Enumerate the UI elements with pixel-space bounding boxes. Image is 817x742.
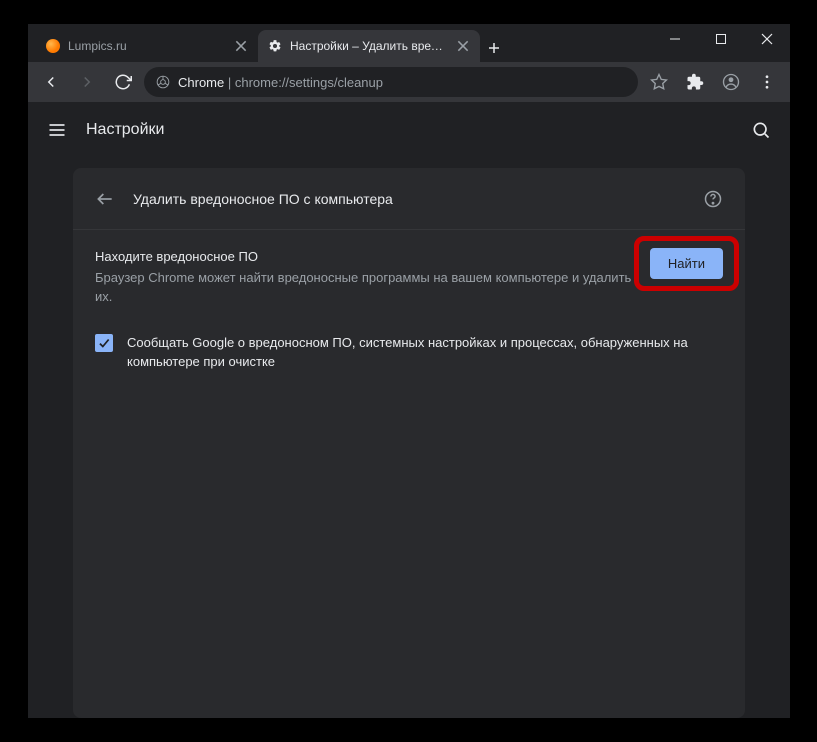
close-window-button[interactable] <box>744 24 790 54</box>
forward-button[interactable] <box>72 67 102 97</box>
find-button[interactable]: Найти <box>650 248 723 279</box>
new-tab-button[interactable] <box>480 34 508 62</box>
find-malware-title: Находите вредоносное ПО <box>95 248 636 267</box>
tab-settings-cleanup[interactable]: Настройки – Удалить вредонос <box>258 30 480 62</box>
search-icon[interactable] <box>750 119 772 141</box>
help-icon[interactable] <box>703 189 723 209</box>
report-checkbox[interactable] <box>95 334 113 352</box>
lumpics-favicon <box>46 39 60 53</box>
chrome-icon <box>156 75 170 89</box>
menu-dots-icon[interactable] <box>752 67 782 97</box>
settings-header: Настройки <box>28 102 790 158</box>
address-bar[interactable]: Chrome | chrome://settings/cleanup <box>144 67 638 97</box>
find-button-highlight: Найти <box>650 248 723 279</box>
tab-title: Lumpics.ru <box>68 39 226 53</box>
extensions-icon[interactable] <box>680 67 710 97</box>
find-malware-text: Находите вредоносное ПО Браузер Chrome м… <box>95 248 636 307</box>
report-label: Сообщать Google о вредоносном ПО, систем… <box>127 333 723 372</box>
maximize-button[interactable] <box>698 24 744 54</box>
close-tab-icon[interactable] <box>456 39 470 53</box>
settings-body: Удалить вредоносное ПО с компьютера Нахо… <box>28 158 790 718</box>
minimize-button[interactable] <box>652 24 698 54</box>
back-button[interactable] <box>36 67 66 97</box>
find-malware-row: Находите вредоносное ПО Браузер Chrome м… <box>73 230 745 325</box>
cleanup-card: Удалить вредоносное ПО с компьютера Нахо… <box>73 168 745 718</box>
bookmark-star-icon[interactable] <box>644 67 674 97</box>
close-tab-icon[interactable] <box>234 39 248 53</box>
url-path: chrome://settings/cleanup <box>235 75 383 90</box>
card-title: Удалить вредоносное ПО с компьютера <box>133 191 393 207</box>
page-content: Настройки Удалить вредоносное ПО с компь… <box>28 102 790 718</box>
reload-button[interactable] <box>108 67 138 97</box>
settings-title: Настройки <box>86 121 164 139</box>
find-malware-desc: Браузер Chrome может найти вредоносные п… <box>95 269 636 307</box>
gear-icon <box>268 39 282 53</box>
window-controls <box>652 24 790 54</box>
report-row: Сообщать Google о вредоносном ПО, систем… <box>73 325 745 390</box>
tab-title: Настройки – Удалить вредонос <box>290 39 448 53</box>
url-text: Chrome | chrome://settings/cleanup <box>178 75 383 90</box>
tab-lumpics[interactable]: Lumpics.ru <box>36 30 258 62</box>
back-arrow-icon[interactable] <box>95 189 115 209</box>
card-header: Удалить вредоносное ПО с компьютера <box>73 168 745 230</box>
menu-icon[interactable] <box>46 119 68 141</box>
profile-icon[interactable] <box>716 67 746 97</box>
browser-toolbar: Chrome | chrome://settings/cleanup <box>28 62 790 102</box>
url-scheme: Chrome <box>178 75 224 90</box>
browser-window: Lumpics.ru Настройки – Удалить вредонос <box>28 24 790 718</box>
url-sep: | <box>224 75 235 90</box>
